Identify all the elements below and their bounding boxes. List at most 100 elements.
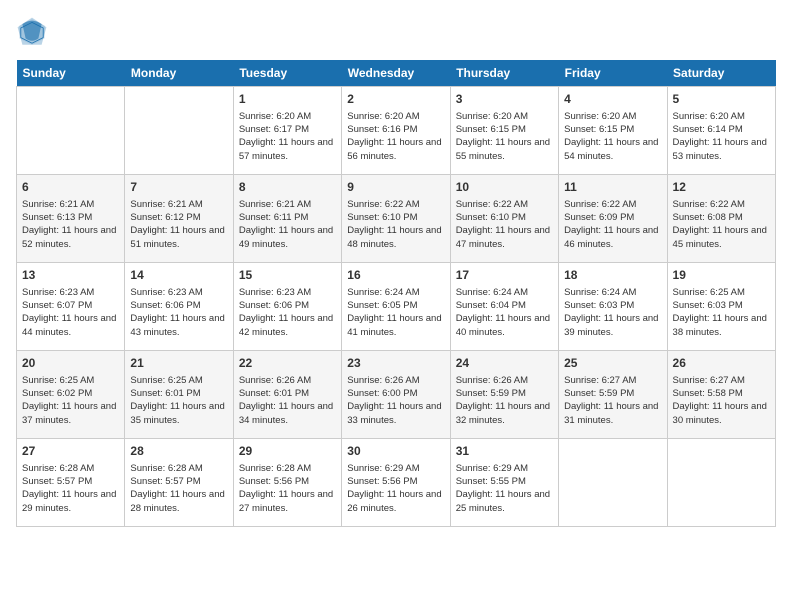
- day-number: 26: [673, 355, 770, 372]
- day-info: Sunrise: 6:28 AM Sunset: 5:57 PM Dayligh…: [22, 462, 119, 515]
- day-number: 21: [130, 355, 227, 372]
- calendar-cell: 1 Sunrise: 6:20 AM Sunset: 6:17 PM Daylig…: [233, 87, 341, 175]
- day-number: 8: [239, 179, 336, 196]
- calendar-cell: 9 Sunrise: 6:22 AM Sunset: 6:10 PM Daylig…: [342, 175, 450, 263]
- calendar-cell: 8 Sunrise: 6:21 AM Sunset: 6:11 PM Daylig…: [233, 175, 341, 263]
- calendar-cell: 13Sunrise: 6:23 AM Sunset: 6:07 PM Dayli…: [17, 263, 125, 351]
- calendar-cell: 21 Sunrise: 6:25 AM Sunset: 6:01 PM Dayli…: [125, 351, 233, 439]
- day-number: 19: [673, 267, 770, 284]
- day-info: Sunrise: 6:27 AM Sunset: 5:58 PM Dayligh…: [673, 374, 770, 427]
- day-info: Sunrise: 6:26 AM Sunset: 6:01 PM Dayligh…: [239, 374, 336, 427]
- calendar-cell: 23Sunrise: 6:26 AM Sunset: 6:00 PM Dayli…: [342, 351, 450, 439]
- day-number: 28: [130, 443, 227, 460]
- day-info: Sunrise: 6:22 AM Sunset: 6:10 PM Dayligh…: [347, 198, 444, 251]
- calendar-cell: [559, 439, 667, 527]
- day-number: 3: [456, 91, 553, 108]
- day-number: 29: [239, 443, 336, 460]
- calendar-cell: 30 Sunrise: 6:29 AM Sunset: 5:56 PM Dayli…: [342, 439, 450, 527]
- calendar-cell: 28 Sunrise: 6:28 AM Sunset: 5:57 PM Dayli…: [125, 439, 233, 527]
- day-number: 27: [22, 443, 119, 460]
- day-number: 9: [347, 179, 444, 196]
- day-number: 30: [347, 443, 444, 460]
- day-info: Sunrise: 6:23 AM Sunset: 6:06 PM Dayligh…: [130, 286, 227, 339]
- day-number: 17: [456, 267, 553, 284]
- day-info: Sunrise: 6:22 AM Sunset: 6:08 PM Dayligh…: [673, 198, 770, 251]
- header-day-monday: Monday: [125, 60, 233, 87]
- header-day-thursday: Thursday: [450, 60, 558, 87]
- calendar-cell: 16 Sunrise: 6:24 AM Sunset: 6:05 PM Dayli…: [342, 263, 450, 351]
- calendar-cell: 25 Sunrise: 6:27 AM Sunset: 5:59 PM Dayli…: [559, 351, 667, 439]
- day-info: Sunrise: 6:21 AM Sunset: 6:11 PM Dayligh…: [239, 198, 336, 251]
- calendar-cell: 11 Sunrise: 6:22 AM Sunset: 6:09 PM Dayli…: [559, 175, 667, 263]
- header-day-wednesday: Wednesday: [342, 60, 450, 87]
- calendar-week-row: 6 Sunrise: 6:21 AM Sunset: 6:13 PM Daylig…: [17, 175, 776, 263]
- calendar-week-row: 27 Sunrise: 6:28 AM Sunset: 5:57 PM Dayli…: [17, 439, 776, 527]
- day-info: Sunrise: 6:27 AM Sunset: 5:59 PM Dayligh…: [564, 374, 661, 427]
- day-info: Sunrise: 6:23 AM Sunset: 6:06 PM Dayligh…: [239, 286, 336, 339]
- day-info: Sunrise: 6:29 AM Sunset: 5:56 PM Dayligh…: [347, 462, 444, 515]
- header-day-sunday: Sunday: [17, 60, 125, 87]
- day-info: Sunrise: 6:24 AM Sunset: 6:04 PM Dayligh…: [456, 286, 553, 339]
- day-number: 24: [456, 355, 553, 372]
- calendar-cell: 12 Sunrise: 6:22 AM Sunset: 6:08 PM Dayli…: [667, 175, 775, 263]
- logo: [16, 16, 52, 48]
- logo-icon: [16, 16, 48, 48]
- day-number: 11: [564, 179, 661, 196]
- calendar-cell: 18 Sunrise: 6:24 AM Sunset: 6:03 PM Dayli…: [559, 263, 667, 351]
- calendar-cell: 31Sunrise: 6:29 AM Sunset: 5:55 PM Dayli…: [450, 439, 558, 527]
- day-number: 12: [673, 179, 770, 196]
- day-number: 18: [564, 267, 661, 284]
- day-info: Sunrise: 6:20 AM Sunset: 6:14 PM Dayligh…: [673, 110, 770, 163]
- calendar-cell: [17, 87, 125, 175]
- page-header: [16, 16, 776, 48]
- calendar-cell: 17 Sunrise: 6:24 AM Sunset: 6:04 PM Dayli…: [450, 263, 558, 351]
- day-info: Sunrise: 6:21 AM Sunset: 6:13 PM Dayligh…: [22, 198, 119, 251]
- day-info: Sunrise: 6:22 AM Sunset: 6:09 PM Dayligh…: [564, 198, 661, 251]
- day-info: Sunrise: 6:20 AM Sunset: 6:15 PM Dayligh…: [456, 110, 553, 163]
- day-number: 20: [22, 355, 119, 372]
- day-number: 22: [239, 355, 336, 372]
- calendar-cell: 6 Sunrise: 6:21 AM Sunset: 6:13 PM Daylig…: [17, 175, 125, 263]
- day-number: 16: [347, 267, 444, 284]
- day-number: 7: [130, 179, 227, 196]
- day-info: Sunrise: 6:28 AM Sunset: 5:57 PM Dayligh…: [130, 462, 227, 515]
- day-number: 1: [239, 91, 336, 108]
- calendar-cell: 20Sunrise: 6:25 AM Sunset: 6:02 PM Dayli…: [17, 351, 125, 439]
- day-info: Sunrise: 6:25 AM Sunset: 6:01 PM Dayligh…: [130, 374, 227, 427]
- calendar-cell: 19 Sunrise: 6:25 AM Sunset: 6:03 PM Dayli…: [667, 263, 775, 351]
- calendar-cell: 22 Sunrise: 6:26 AM Sunset: 6:01 PM Dayli…: [233, 351, 341, 439]
- day-number: 5: [673, 91, 770, 108]
- day-info: Sunrise: 6:20 AM Sunset: 6:16 PM Dayligh…: [347, 110, 444, 163]
- calendar-cell: 24 Sunrise: 6:26 AM Sunset: 5:59 PM Dayli…: [450, 351, 558, 439]
- day-number: 23: [347, 355, 444, 372]
- calendar-cell: 27 Sunrise: 6:28 AM Sunset: 5:57 PM Dayli…: [17, 439, 125, 527]
- day-info: Sunrise: 6:29 AM Sunset: 5:55 PM Dayligh…: [456, 462, 553, 515]
- calendar-cell: 14 Sunrise: 6:23 AM Sunset: 6:06 PM Dayli…: [125, 263, 233, 351]
- day-number: 2: [347, 91, 444, 108]
- calendar-cell: 29 Sunrise: 6:28 AM Sunset: 5:56 PM Dayli…: [233, 439, 341, 527]
- day-info: Sunrise: 6:25 AM Sunset: 6:03 PM Dayligh…: [673, 286, 770, 339]
- header-day-tuesday: Tuesday: [233, 60, 341, 87]
- calendar-cell: [667, 439, 775, 527]
- day-info: Sunrise: 6:20 AM Sunset: 6:15 PM Dayligh…: [564, 110, 661, 163]
- calendar-cell: [125, 87, 233, 175]
- calendar-cell: 5 Sunrise: 6:20 AM Sunset: 6:14 PM Daylig…: [667, 87, 775, 175]
- day-info: Sunrise: 6:24 AM Sunset: 6:05 PM Dayligh…: [347, 286, 444, 339]
- day-info: Sunrise: 6:24 AM Sunset: 6:03 PM Dayligh…: [564, 286, 661, 339]
- day-number: 6: [22, 179, 119, 196]
- calendar-cell: 2 Sunrise: 6:20 AM Sunset: 6:16 PM Daylig…: [342, 87, 450, 175]
- day-info: Sunrise: 6:20 AM Sunset: 6:17 PM Dayligh…: [239, 110, 336, 163]
- calendar-cell: 4Sunrise: 6:20 AM Sunset: 6:15 PM Daylig…: [559, 87, 667, 175]
- calendar-week-row: 20Sunrise: 6:25 AM Sunset: 6:02 PM Dayli…: [17, 351, 776, 439]
- day-number: 25: [564, 355, 661, 372]
- calendar-cell: 7Sunrise: 6:21 AM Sunset: 6:12 PM Daylig…: [125, 175, 233, 263]
- day-number: 14: [130, 267, 227, 284]
- day-info: Sunrise: 6:28 AM Sunset: 5:56 PM Dayligh…: [239, 462, 336, 515]
- header-day-friday: Friday: [559, 60, 667, 87]
- day-info: Sunrise: 6:22 AM Sunset: 6:10 PM Dayligh…: [456, 198, 553, 251]
- calendar-cell: 15Sunrise: 6:23 AM Sunset: 6:06 PM Dayli…: [233, 263, 341, 351]
- day-info: Sunrise: 6:26 AM Sunset: 5:59 PM Dayligh…: [456, 374, 553, 427]
- day-number: 13: [22, 267, 119, 284]
- calendar-cell: 10Sunrise: 6:22 AM Sunset: 6:10 PM Dayli…: [450, 175, 558, 263]
- header-day-saturday: Saturday: [667, 60, 775, 87]
